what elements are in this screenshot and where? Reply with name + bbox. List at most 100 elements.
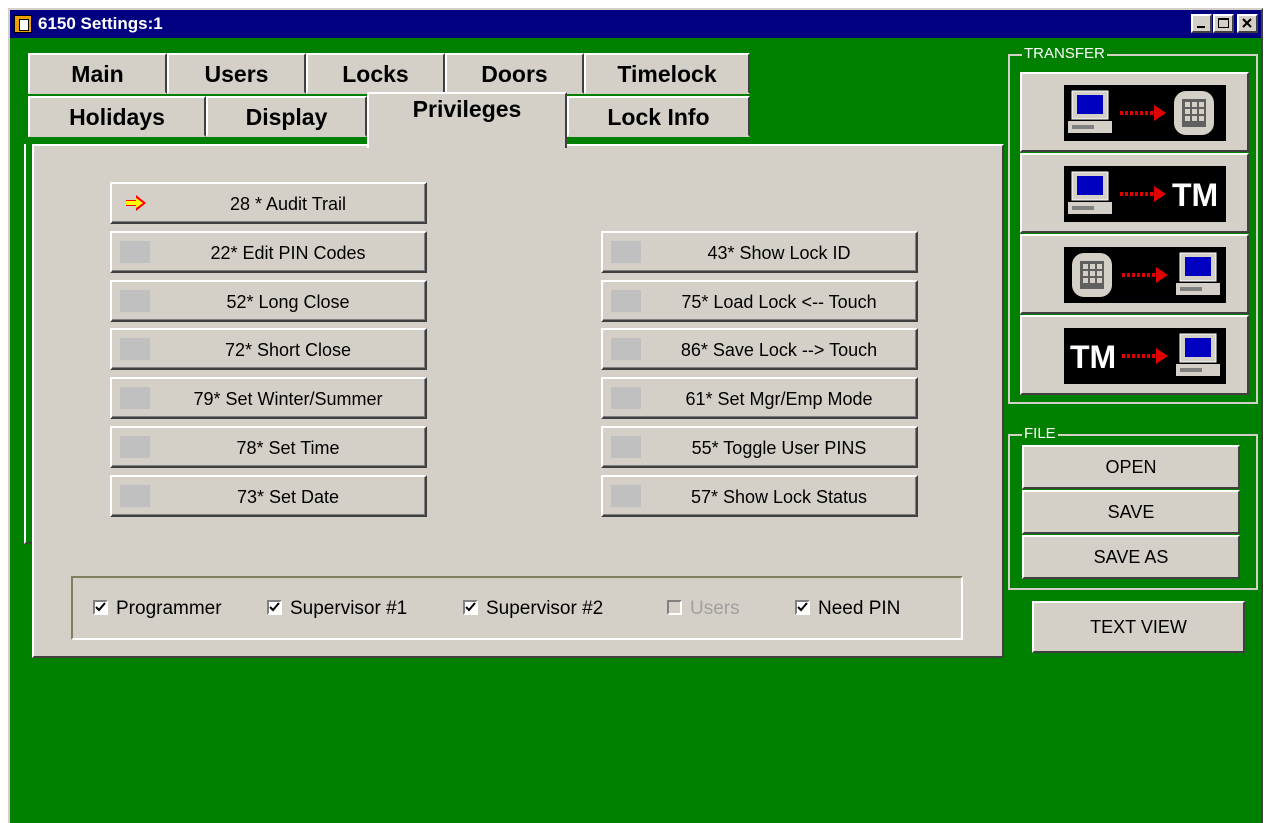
check-icon[interactable] [463, 600, 478, 615]
save-as-button[interactable]: SAVE AS [1022, 535, 1240, 579]
privilege-button-toggle-user-pins[interactable]: 55* Toggle User PINS [601, 426, 918, 468]
checkbox-label: Supervisor #1 [290, 598, 408, 619]
checkbox-label: Programmer [116, 598, 222, 619]
tab-display[interactable]: Display [206, 96, 367, 137]
settings-window: 6150 Settings:1 Main Users Locks Doors T… [8, 8, 1263, 823]
privilege-indicator [611, 290, 641, 312]
title-bar[interactable]: 6150 Settings:1 [10, 10, 1261, 38]
privilege-label: 72* Short Close [224, 340, 352, 360]
privilege-label: 55* Toggle User PINS [691, 438, 867, 458]
privilege-button-show-lock-id[interactable]: 43* Show Lock ID [601, 231, 918, 273]
tm-text: TM [1070, 339, 1116, 375]
tab-label: Timelock [617, 61, 717, 87]
tm-text: TM [1172, 177, 1218, 213]
checkbox-label: Need PIN [818, 598, 901, 619]
privilege-indicator [120, 387, 150, 409]
privileges-panel: 28 * Audit Trail 22* Edit PIN Codes 52* … [32, 144, 1004, 658]
tab-label: Doors [481, 61, 548, 87]
privilege-indicator [120, 436, 150, 458]
transfer-computer-to-touchmemory-button[interactable]: TM [1020, 153, 1249, 233]
privilege-button-show-lock-status[interactable]: 57* Show Lock Status [601, 475, 918, 517]
tab-doors[interactable]: Doors [445, 53, 584, 94]
tab-label: Locks [342, 61, 409, 87]
checkbox-label: Users [690, 598, 740, 619]
privilege-button-set-winter-summer[interactable]: 79* Set Winter/Summer [110, 377, 427, 419]
privilege-label: 61* Set Mgr/Emp Mode [685, 389, 873, 409]
close-icon [1242, 18, 1252, 28]
close-button[interactable] [1237, 14, 1258, 33]
touchmemory-to-computer-icon: TM [1064, 328, 1226, 384]
privilege-button-edit-pin-codes[interactable]: 22* Edit PIN Codes [110, 231, 427, 273]
transfer-touchmemory-to-computer-button[interactable]: TM [1020, 315, 1249, 395]
tab-lock-info[interactable]: Lock Info [567, 96, 750, 137]
privilege-button-save-lock[interactable]: 86* Save Lock --> Touch [601, 328, 918, 370]
checkbox-label: Supervisor #2 [486, 598, 604, 619]
privilege-label: 57* Show Lock Status [690, 487, 868, 507]
privilege-indicator [120, 241, 150, 263]
transfer-lock-to-computer-button[interactable] [1020, 234, 1249, 314]
checkbox-supervisor-2[interactable]: Supervisor #2 [463, 598, 603, 620]
app-icon[interactable] [14, 15, 32, 33]
tab-users[interactable]: Users [167, 53, 306, 94]
tab-label: Main [71, 61, 124, 87]
arrow-right-icon [126, 195, 146, 211]
privilege-label: 52* Long Close [226, 292, 350, 312]
tab-holidays[interactable]: Holidays [28, 96, 206, 137]
transfer-group: TRANSFER TM TM [1008, 45, 1258, 404]
privilege-label: 43* Show Lock ID [707, 243, 851, 263]
tab-label: Users [204, 61, 269, 87]
access-level-group: Programmer Supervisor #1 Supervisor #2 U… [71, 576, 963, 640]
window-title: 6150 Settings:1 [38, 14, 163, 33]
tab-label: Lock Info [607, 104, 710, 130]
minimize-button[interactable] [1191, 14, 1212, 33]
privilege-button-set-date[interactable]: 73* Set Date [110, 475, 427, 517]
open-button[interactable]: OPEN [1022, 445, 1240, 489]
checkbox-programmer[interactable]: Programmer [93, 598, 222, 620]
privilege-label: 78* Set Time [236, 438, 340, 458]
maximize-icon [1218, 18, 1229, 28]
file-group: FILE OPEN SAVE SAVE AS [1008, 425, 1258, 590]
transfer-computer-to-lock-button[interactable] [1020, 72, 1249, 152]
privilege-button-audit-trail[interactable]: 28 * Audit Trail [110, 182, 427, 224]
save-button[interactable]: SAVE [1022, 490, 1240, 534]
tab-timelock[interactable]: Timelock [584, 53, 750, 94]
privilege-button-set-mgr-emp-mode[interactable]: 61* Set Mgr/Emp Mode [601, 377, 918, 419]
privilege-button-long-close[interactable]: 52* Long Close [110, 280, 427, 322]
check-icon[interactable] [795, 600, 810, 615]
privilege-label: 73* Set Date [236, 487, 340, 507]
privilege-button-load-lock[interactable]: 75* Load Lock <-- Touch [601, 280, 918, 322]
checkbox-users[interactable]: Users [667, 598, 740, 620]
privilege-indicator [611, 436, 641, 458]
tab-label: Display [245, 104, 328, 130]
text-view-button[interactable]: TEXT VIEW [1032, 601, 1245, 653]
checkbox-supervisor-1[interactable]: Supervisor #1 [267, 598, 407, 620]
tab-privileges[interactable]: Privileges [367, 92, 567, 148]
maximize-button[interactable] [1213, 14, 1234, 33]
privilege-indicator [611, 241, 641, 263]
check-icon[interactable] [267, 600, 282, 615]
privilege-button-set-time[interactable]: 78* Set Time [110, 426, 427, 468]
tab-label: Privileges [412, 96, 522, 122]
privilege-indicator [120, 485, 150, 507]
transfer-title: TRANSFER [1022, 45, 1107, 62]
privilege-indicator [611, 485, 641, 507]
tab-main[interactable]: Main [28, 53, 167, 94]
privilege-indicator [120, 192, 150, 214]
check-icon[interactable] [93, 600, 108, 615]
tab-locks[interactable]: Locks [306, 53, 445, 94]
privilege-indicator [120, 338, 150, 360]
privilege-label: 86* Save Lock --> Touch [680, 340, 878, 360]
privilege-label: 22* Edit PIN Codes [210, 243, 366, 263]
checkbox-need-pin[interactable]: Need PIN [795, 598, 900, 620]
privilege-label: 75* Load Lock <-- Touch [681, 292, 877, 312]
privilege-indicator [611, 338, 641, 360]
computer-to-touchmemory-icon: TM [1064, 166, 1226, 222]
privilege-label: 79* Set Winter/Summer [193, 389, 383, 409]
file-title: FILE [1022, 425, 1058, 442]
minimize-icon [1197, 26, 1205, 28]
privilege-button-short-close[interactable]: 72* Short Close [110, 328, 427, 370]
unchecked-box-icon[interactable] [667, 600, 682, 615]
computer-to-lock-icon [1064, 85, 1226, 141]
privilege-label: 28 * Audit Trail [229, 194, 347, 214]
lock-to-computer-icon [1064, 247, 1226, 303]
